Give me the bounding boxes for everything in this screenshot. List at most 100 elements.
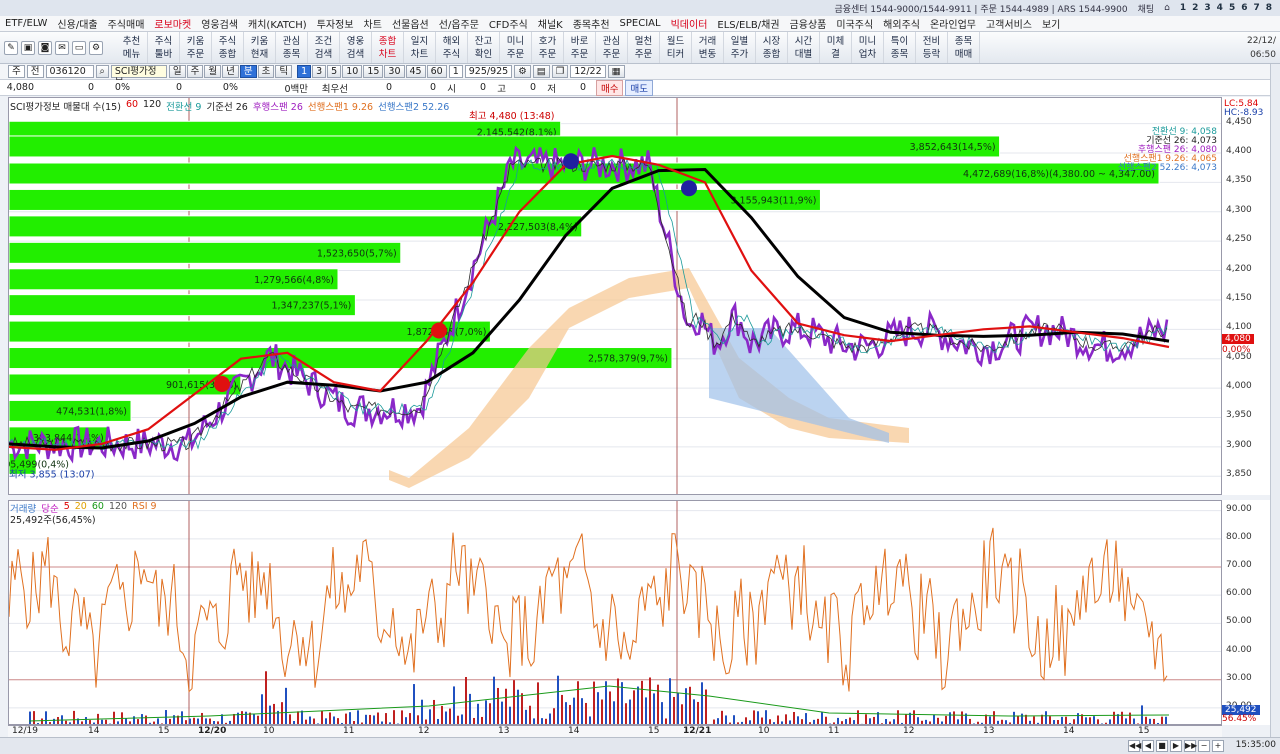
menu-item-1[interactable]: 신용/대출	[52, 16, 102, 31]
page-tab-6[interactable]: 6	[1241, 3, 1247, 13]
menu-item-19[interactable]: 온라인업무	[925, 16, 981, 31]
toolbar-button-7[interactable]: 영웅 검색	[340, 32, 372, 63]
minute-10[interactable]: 10	[342, 65, 363, 78]
menu-item-8[interactable]: 선물옵션	[387, 16, 434, 31]
next-icon[interactable]: ▶	[1170, 740, 1182, 752]
page-tab-7[interactable]: 7	[1253, 3, 1259, 13]
menu-item-17[interactable]: 미국주식	[831, 16, 878, 31]
menu-item-0[interactable]: ETF/ELW	[0, 18, 52, 29]
toolbar-button-1[interactable]: 주식 툴바	[148, 32, 180, 63]
page-tab-3[interactable]: 3	[1204, 3, 1210, 13]
toolbar-button-17[interactable]: 월드 티커	[660, 32, 692, 63]
minute-15[interactable]: 15	[363, 65, 384, 78]
settings-icon[interactable]: ⚙	[514, 65, 531, 78]
menu-item-3[interactable]: 로보마켓	[149, 16, 196, 31]
date-input[interactable]: 12/22	[570, 65, 606, 78]
toolbar-button-23[interactable]: 미니 업차	[852, 32, 884, 63]
period-2[interactable]: 월	[204, 65, 222, 78]
menu-item-14[interactable]: 빅데이터	[666, 16, 713, 31]
toolbar-button-9[interactable]: 일지 차트	[404, 32, 436, 63]
minute-5[interactable]: 5	[327, 65, 342, 78]
toolbar-button-26[interactable]: 종목 매매	[948, 32, 980, 63]
volume-rsi-panel[interactable]	[8, 500, 1222, 725]
toolbar-button-13[interactable]: 호가 주문	[532, 32, 564, 63]
volume-rsi-chart[interactable]	[9, 501, 1222, 725]
menu-item-10[interactable]: CFD주식	[484, 16, 533, 31]
toolbar-button-2[interactable]: 키움 주문	[180, 32, 212, 63]
stock-code-input[interactable]: 036120	[45, 65, 94, 78]
minute-30[interactable]: 30	[384, 65, 405, 78]
page-tab-4[interactable]: 4	[1217, 3, 1223, 13]
toolbar-button-3[interactable]: 주식 종합	[212, 32, 244, 63]
toolbar-button-15[interactable]: 관심 주문	[596, 32, 628, 63]
toolbar-button-21[interactable]: 시간 대별	[788, 32, 820, 63]
toolbar-button-19[interactable]: 일별 주가	[724, 32, 756, 63]
buy-button[interactable]: 매수	[596, 79, 624, 96]
toolbar-button-24[interactable]: 특이 종목	[884, 32, 916, 63]
minute-45[interactable]: 45	[405, 65, 426, 78]
mail-icon[interactable]: ✉	[55, 40, 69, 55]
toolbar-button-20[interactable]: 시장 종합	[756, 32, 788, 63]
menu-item-7[interactable]: 차트	[359, 16, 387, 31]
menu-item-15[interactable]: ELS/ELB/채권	[712, 16, 784, 31]
prefix-select[interactable]: 전	[26, 65, 44, 78]
period-5[interactable]: 초	[257, 65, 275, 78]
toolbar-button-18[interactable]: 거래 변동	[692, 32, 724, 63]
price-chart-panel[interactable]: 2,145,542(8,1%) 3,852,643(14,5%) 4,472,689…	[8, 97, 1222, 495]
period-4[interactable]: 분	[239, 65, 257, 78]
menu-item-4[interactable]: 영웅검색	[196, 16, 243, 31]
menu-item-12[interactable]: 종목추천	[568, 16, 615, 31]
calendar-icon[interactable]: ▦	[607, 65, 625, 78]
toolbar-button-5[interactable]: 관심 종목	[276, 32, 308, 63]
toolbar-button-11[interactable]: 잔고 확인	[468, 32, 500, 63]
toolbar-button-12[interactable]: 미니 주문	[500, 32, 532, 63]
count-input[interactable]: 1	[448, 65, 463, 78]
minute-3[interactable]: 3	[312, 65, 327, 78]
zoom-in-icon[interactable]: +	[1212, 740, 1224, 752]
home-icon[interactable]: ⌂	[1164, 3, 1170, 13]
toolbar-button-0[interactable]: 추천 메뉴	[116, 32, 148, 63]
toolbar-button-4[interactable]: 키움 현재	[244, 32, 276, 63]
stop-icon[interactable]: ■	[1156, 740, 1168, 752]
page-tab-2[interactable]: 2	[1192, 3, 1198, 13]
page-tabs[interactable]: 12345678	[1180, 3, 1272, 13]
menu-item-6[interactable]: 투자정보	[312, 16, 359, 31]
toolbar-button-8[interactable]: 종합 차트	[372, 32, 404, 63]
toolbar-button-10[interactable]: 해외 주식	[436, 32, 468, 63]
toolbar-button-14[interactable]: 바로 주문	[564, 32, 596, 63]
menu-item-11[interactable]: 채널K	[533, 16, 568, 31]
right-tool-strip[interactable]	[1270, 64, 1280, 754]
page-tab-5[interactable]: 5	[1229, 3, 1235, 13]
menu-item-13[interactable]: SPECIAL	[615, 18, 666, 29]
toolbar-button-6[interactable]: 조건 검색	[308, 32, 340, 63]
camera-icon[interactable]: ◙	[38, 40, 52, 55]
menu-item-2[interactable]: 주식매매	[103, 16, 150, 31]
first-icon[interactable]: ◀◀	[1128, 740, 1141, 752]
gear-icon[interactable]: ⚙	[89, 40, 103, 55]
save-icon[interactable]: ▤	[532, 65, 550, 78]
sell-button[interactable]: 매도	[625, 79, 653, 96]
prev-icon[interactable]: ◀	[1142, 740, 1154, 752]
copy-icon[interactable]: ❐	[551, 65, 569, 78]
menu-item-5[interactable]: 캐치(KATCH)	[243, 16, 312, 31]
period-0[interactable]: 일	[168, 65, 186, 78]
monitor-icon[interactable]: ▭	[72, 40, 86, 55]
search-icon[interactable]: ⌕	[95, 65, 109, 78]
period-1[interactable]: 주	[186, 65, 204, 78]
toolbar-button-16[interactable]: 멀천 주문	[628, 32, 660, 63]
minute-60[interactable]: 60	[426, 65, 447, 78]
period-6[interactable]: 틱	[275, 65, 293, 78]
menu-item-18[interactable]: 해외주식	[878, 16, 925, 31]
tab-select[interactable]: 주	[8, 65, 25, 78]
minute-1[interactable]: 1	[297, 65, 312, 78]
zoom-out-icon[interactable]: −	[1198, 740, 1210, 752]
page-tab-1[interactable]: 1	[1180, 3, 1186, 13]
menu-item-16[interactable]: 금융상품	[785, 16, 832, 31]
menu-item-21[interactable]: 보기	[1037, 16, 1065, 31]
lock-icon[interactable]: ▣	[21, 40, 35, 55]
pencil-icon[interactable]: ✎	[4, 40, 18, 55]
toolbar-button-22[interactable]: 미체 결	[820, 32, 852, 63]
menu-item-9[interactable]: 선/옵주문	[434, 16, 484, 31]
menu-item-20[interactable]: 고객서비스	[981, 16, 1037, 31]
page-tab-8[interactable]: 8	[1266, 3, 1272, 13]
